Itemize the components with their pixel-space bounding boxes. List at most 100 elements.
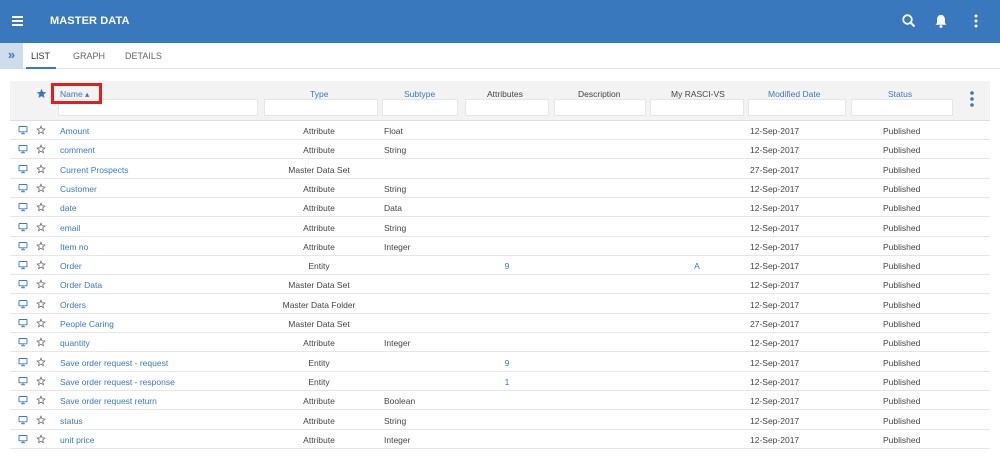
column-header-type[interactable]: Type [310,89,328,99]
row-type: Entity [308,357,330,368]
filter-status-input[interactable] [851,99,953,116]
monitor-icon[interactable] [18,337,28,347]
tab-list[interactable]: LIST [31,51,50,61]
table-row[interactable]: Save order request return Attribute Boolea… [10,391,990,411]
filter-subtype-input[interactable] [382,99,458,116]
monitor-icon[interactable] [18,376,28,386]
row-attributes-count[interactable]: 1 [490,377,524,387]
table-row[interactable]: quantity Attribute Integer 12-Sep-2017 Publi… [10,333,990,353]
row-modified-date: 12-Sep-2017 [750,396,800,407]
row-name-link[interactable]: quantity [60,338,90,348]
row-type: Attribute [303,434,335,445]
column-header-subtype[interactable]: Subtype [404,89,435,99]
row-name-link[interactable]: Save order request - request [60,358,168,368]
table-row[interactable]: Customer Attribute String 12-Sep-2017 Publis… [10,179,990,198]
row-name-link[interactable]: date [60,203,77,213]
tab-details[interactable]: DETAILS [125,51,162,61]
star-outline-icon[interactable] [36,240,46,251]
table-row[interactable]: Order Data Master Data Set 12-Sep-2017 Publ… [10,275,990,295]
more-vertical-icon[interactable] [967,12,985,30]
filter-type-input[interactable] [264,99,378,116]
monitor-icon[interactable] [18,357,28,367]
monitor-icon[interactable] [18,260,28,270]
table-row[interactable]: Order Entity 9 A 12-Sep-2017 Published [10,256,990,276]
filter-rasci-input[interactable] [650,99,744,116]
monitor-icon[interactable] [18,241,28,251]
row-name-link[interactable]: status [60,416,83,426]
hamburger-menu-icon[interactable] [11,13,27,29]
star-outline-icon[interactable] [36,356,46,367]
filter-description-input[interactable] [554,99,646,116]
monitor-icon[interactable] [18,299,28,309]
star-outline-icon[interactable] [36,182,46,193]
table-row[interactable]: date Attribute Data 12-Sep-2017 Published [10,198,990,218]
bell-icon[interactable] [932,12,950,30]
expand-panel-icon[interactable]: » [0,43,23,69]
row-modified-date: 12-Sep-2017 [750,338,800,349]
row-name-link[interactable]: Customer [60,184,97,194]
column-header-modified-date[interactable]: Modified Date [768,89,820,99]
column-header-status[interactable]: Status [888,89,912,99]
star-outline-icon[interactable] [36,433,46,444]
star-outline-icon[interactable] [36,279,46,289]
row-name-link[interactable]: Current Prospects [60,165,129,175]
monitor-icon[interactable] [18,125,28,135]
row-rasci[interactable]: A [680,261,714,271]
monitor-icon[interactable] [18,202,28,212]
search-icon[interactable] [900,12,918,30]
star-outline-icon[interactable] [36,144,46,154]
filter-modified-date-input[interactable] [748,99,846,116]
star-outline-icon[interactable] [36,395,46,405]
star-outline-icon[interactable] [36,221,46,232]
table-row[interactable]: status Attribute String 12-Sep-2017 Publishe… [10,411,990,430]
row-attributes-count[interactable]: 9 [490,358,524,368]
row-name-link[interactable]: Save order request - response [60,377,175,387]
star-outline-icon[interactable] [36,298,46,309]
monitor-icon[interactable] [18,222,28,232]
row-name-link[interactable]: unit price [60,435,95,445]
table-row[interactable]: Orders Master Data Folder 12-Sep-2017 Publi… [10,295,990,314]
monitor-icon[interactable] [18,279,28,289]
star-outline-icon[interactable] [36,375,46,386]
row-name-link[interactable]: Item no [60,242,88,252]
row-name-link[interactable]: email [60,223,80,233]
star-outline-icon[interactable] [36,337,46,347]
filter-attributes-input[interactable] [465,99,549,116]
tab-graph[interactable]: GRAPH [73,51,105,61]
monitor-icon[interactable] [18,318,28,328]
table-row[interactable]: Save order request - request Entity 9 12-Se… [10,353,990,372]
star-outline-icon[interactable] [36,163,46,174]
table-row[interactable]: Item no Attribute Integer 12-Sep-2017 Publis… [10,237,990,256]
monitor-icon[interactable] [18,183,28,193]
table-row[interactable]: unit price Attribute Integer 12-Sep-2017 Pub… [10,430,990,449]
star-filled-icon[interactable] [36,88,47,99]
monitor-icon[interactable] [18,395,28,405]
row-name-link[interactable]: People Caring [60,319,114,329]
monitor-icon[interactable] [18,434,28,444]
row-name-link[interactable]: Order Data [60,280,102,290]
table-row[interactable]: email Attribute String 12-Sep-2017 Published [10,218,990,237]
row-name-link[interactable]: Orders [60,300,86,310]
table-row[interactable]: Amount Attribute Float 12-Sep-2017 Published [10,121,990,140]
table-row[interactable]: People Caring Master Data Set 27-Sep-2017 P… [10,314,990,333]
monitor-icon[interactable] [18,144,28,154]
row-name-link[interactable]: comment [60,145,95,155]
star-outline-icon[interactable] [36,202,46,212]
row-type: Master Data Set [288,164,350,175]
row-attributes-count[interactable]: 9 [490,261,524,271]
row-modified-date: 12-Sep-2017 [750,222,800,233]
monitor-icon[interactable] [18,415,28,425]
row-name-link[interactable]: Amount [60,126,89,136]
column-options-icon[interactable] [967,89,977,109]
monitor-icon[interactable] [18,164,28,174]
table-row[interactable]: Current Prospects Master Data Set 27-Sep-2… [10,160,990,179]
star-outline-icon[interactable] [36,318,46,328]
row-subtype: String [384,145,407,156]
table-row[interactable]: Save order request - response Entity 1 12-S… [10,372,990,391]
star-outline-icon[interactable] [36,260,46,270]
row-name-link[interactable]: Save order request return [60,396,157,406]
star-outline-icon[interactable] [36,414,46,425]
star-outline-icon[interactable] [36,125,46,135]
table-row[interactable]: comment Attribute String 12-Sep-2017 Publish… [10,140,990,160]
row-name-link[interactable]: Order [60,261,82,271]
